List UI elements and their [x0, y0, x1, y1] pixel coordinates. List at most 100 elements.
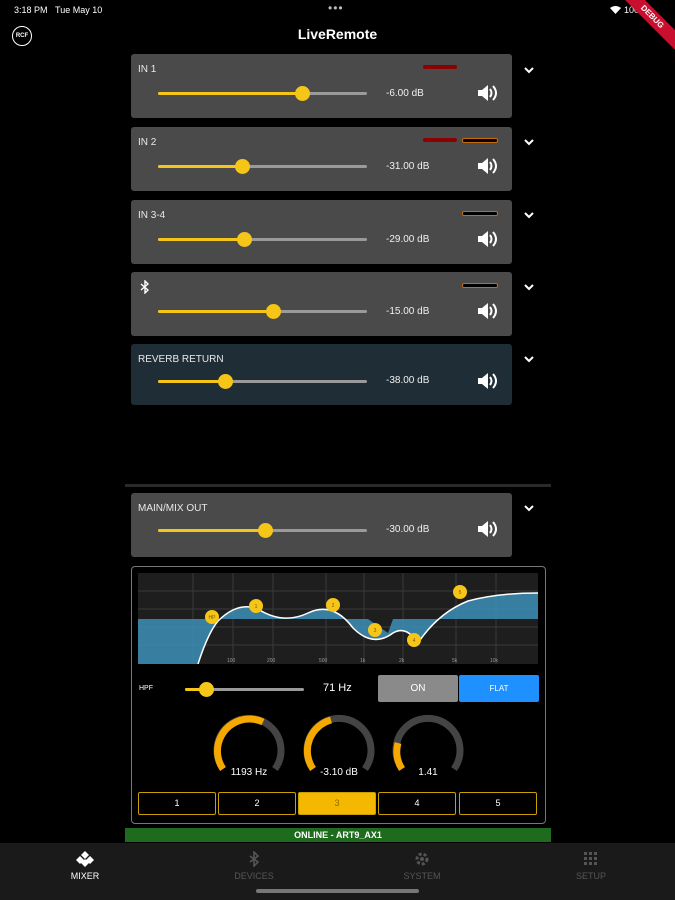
fader-track[interactable]	[158, 232, 367, 247]
fader-track[interactable]	[158, 86, 367, 101]
speaker-icon[interactable]	[476, 229, 498, 249]
channel-strip-reverb-return: REVERB RETURN -38.00 dB	[131, 344, 512, 405]
chevron-down-icon[interactable]	[522, 208, 536, 222]
hpf-label: HPF	[139, 685, 153, 692]
wifi-icon	[610, 6, 622, 14]
hpf-value: 71 Hz	[323, 682, 352, 694]
channel-level: -38.00 dB	[386, 375, 430, 386]
hpf-slider[interactable]	[185, 682, 304, 697]
multitask-dots[interactable]: •••	[328, 1, 344, 15]
section-divider	[125, 484, 551, 487]
channel-level: -29.00 dB	[386, 234, 430, 245]
mixer-icon	[76, 851, 94, 867]
channel-level: -15.00 dB	[386, 306, 430, 317]
channel-name: REVERB RETURN	[138, 354, 224, 365]
eq-on-button[interactable]: ON	[378, 675, 458, 702]
speaker-icon[interactable]	[476, 371, 498, 391]
grid-icon	[584, 852, 597, 865]
speaker-icon[interactable]	[476, 156, 498, 176]
chevron-down-icon[interactable]	[522, 135, 536, 149]
channel-strip-main-out: MAIN/MIX OUT -30.00 dB	[131, 493, 512, 557]
chevron-down-icon[interactable]	[522, 280, 536, 294]
hpf-knob[interactable]	[199, 682, 215, 697]
level-meter	[423, 138, 457, 142]
fader-knob[interactable]	[236, 232, 252, 247]
status-bar: 3:18 PM Tue May 10 ••• 100%	[0, 0, 675, 20]
level-meter	[423, 65, 457, 69]
tab-devices[interactable]: DEVICES	[204, 847, 304, 881]
app-title: LiveRemote	[297, 26, 378, 42]
fader-fill	[158, 238, 244, 241]
freq-tick: 1k	[360, 658, 366, 664]
channel-strip-in2: IN 2 -31.00 dB	[131, 127, 512, 191]
fader-fill	[158, 529, 265, 532]
speaker-icon[interactable]	[476, 519, 498, 539]
band-button-2[interactable]: 2	[218, 792, 296, 815]
fader-fill	[158, 310, 273, 313]
fader-knob[interactable]	[265, 304, 281, 319]
svg-text:2: 2	[332, 603, 335, 609]
channel-name: MAIN/MIX OUT	[138, 503, 208, 514]
freq-tick: 100	[227, 658, 236, 664]
freq-tick: 10k	[490, 658, 499, 664]
fader-fill	[158, 380, 225, 383]
channel-level: -6.00 dB	[386, 88, 424, 99]
channel-name: IN 2	[138, 137, 157, 148]
fader-knob[interactable]	[217, 374, 233, 389]
tab-system[interactable]: SYSTEM	[372, 847, 472, 881]
channel-strip-bluetooth: -15.00 dB	[131, 272, 512, 336]
freq-tick: 2k	[399, 658, 405, 664]
channel-level: -31.00 dB	[386, 161, 430, 172]
svg-text:5: 5	[459, 590, 462, 596]
speaker-icon[interactable]	[476, 301, 498, 321]
svg-text:3: 3	[374, 628, 377, 634]
freq-tick: 5k	[452, 658, 458, 664]
channel-name: IN 3-4	[138, 210, 166, 221]
band-button-5[interactable]: 5	[459, 792, 537, 815]
q-value: 1.41	[418, 767, 438, 778]
band-button-1[interactable]: 1	[138, 792, 216, 815]
fader-track[interactable]	[158, 159, 367, 174]
level-meter	[462, 138, 498, 143]
freq-tick: 200	[267, 658, 276, 664]
level-meter	[462, 211, 498, 216]
bluetooth-icon	[140, 280, 150, 294]
fader-knob[interactable]	[257, 523, 273, 538]
gain-knob[interactable]	[301, 713, 377, 775]
gear-icon	[415, 852, 429, 866]
band-button-3[interactable]: 3	[298, 792, 376, 815]
fader-fill	[158, 165, 242, 168]
tab-mixer[interactable]: MIXER	[35, 847, 135, 881]
svg-text:HP: HP	[209, 615, 217, 621]
eq-flat-button[interactable]: FLAT	[459, 675, 539, 702]
channel-strip-in1: IN 1 -6.00 dB	[131, 54, 512, 118]
status-time: 3:18 PM Tue May 10	[14, 5, 103, 15]
fader-knob[interactable]	[295, 86, 311, 101]
home-indicator	[256, 889, 419, 893]
fader-track[interactable]	[158, 304, 367, 319]
q-knob[interactable]	[390, 713, 466, 775]
fader-fill	[158, 92, 303, 95]
level-meter	[462, 283, 498, 288]
chevron-down-icon[interactable]	[522, 352, 536, 366]
tab-setup[interactable]: SETUP	[541, 847, 641, 881]
connection-status: ONLINE - ART9_AX1	[125, 828, 551, 842]
fader-track[interactable]	[158, 374, 367, 389]
frequency-knob[interactable]	[211, 713, 287, 775]
chevron-down-icon[interactable]	[522, 501, 536, 515]
eq-panel: 100 200 500 1k 2k 5k 10k HP 1 2 3 4 5 HP…	[131, 566, 546, 824]
speaker-icon[interactable]	[476, 83, 498, 103]
fader-track[interactable]	[158, 523, 367, 538]
svg-text:4: 4	[413, 638, 416, 644]
channel-level: -30.00 dB	[386, 524, 430, 535]
channel-name: IN 1	[138, 64, 157, 75]
chevron-down-icon[interactable]	[522, 63, 536, 77]
gain-value: -3.10 dB	[320, 767, 358, 778]
bluetooth-icon	[249, 851, 260, 867]
fader-knob[interactable]	[234, 159, 250, 174]
channel-strip-in3-4: IN 3-4 -29.00 dB	[131, 200, 512, 264]
band-button-4[interactable]: 4	[378, 792, 456, 815]
eq-curve-graph[interactable]: 100 200 500 1k 2k 5k 10k HP 1 2 3 4 5	[138, 573, 538, 664]
svg-text:1: 1	[255, 604, 258, 610]
frequency-value: 1193 Hz	[230, 767, 268, 778]
